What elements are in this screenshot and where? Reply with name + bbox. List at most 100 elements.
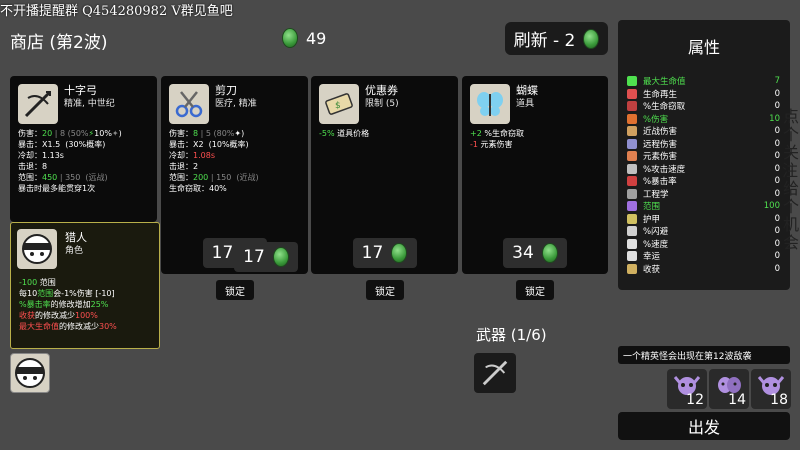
attribute-name: %闪避 [643,227,669,238]
character-card: 猎人 角色 -100 范围 每10范围会-1%伤害 [-10] %暴击率的修改增加2… [10,222,160,349]
price-value: 17 [211,243,234,263]
item-stats: +2 %生命窃取 -1 元素伤害 [470,128,524,150]
butterfly-icon [470,84,510,124]
attribute-name: %速度 [643,239,669,250]
svg-text:$: $ [335,101,341,111]
stat-line: 暴击：X1.5 (30%概率) [18,140,106,149]
attribute-row[interactable]: 幸运 0 [627,250,780,263]
item-tags: 限制 (5) [365,99,399,109]
crit-icon [627,176,637,187]
scissors-icon [169,84,209,124]
stat-line: 冷却：1.13s [18,151,64,160]
stat-line: +2 %生命窃取 [470,129,524,138]
attribute-name: 护甲 [643,214,661,225]
attribute-row[interactable]: 最大生命值 7 [627,75,780,88]
material-icon [282,28,298,48]
attribute-row[interactable]: 护甲 0 [627,213,780,226]
weapons-title: 武器 (1/6) [476,326,547,344]
stat-line: 最大生命值的修改减少30% [19,322,117,331]
range-icon [627,201,637,212]
lock-button[interactable]: 锁定 [366,280,404,300]
hunter-avatar-icon [17,229,57,269]
stat-line: 生命窃取：40% [169,184,227,193]
attribute-value: 0 [774,88,780,99]
attribute-row[interactable]: %速度 0 [627,238,780,251]
attribute-value: 0 [774,126,780,137]
material-icon [583,28,600,49]
price-tag-crossbow[interactable]: 17 [234,242,298,272]
start-wave-button[interactable]: 出发 [618,412,790,440]
attribute-name: 幸运 [643,252,661,263]
attribute-name: 近战伤害 [643,127,678,138]
danger-wave-18[interactable]: 18 [751,369,791,409]
attribute-value: 0 [774,213,780,224]
attribute-value: 0 [774,226,780,237]
attribute-row[interactable]: 工程学 0 [627,188,780,201]
ranged-icon [627,138,637,149]
attribute-value: 0 [774,163,780,174]
danger-wave-14[interactable]: 14 [709,369,749,409]
price-tag[interactable]: 34 [503,238,567,268]
attribute-value: 7 [774,76,780,87]
attribute-row[interactable]: %攻击速度 0 [627,163,780,176]
attribute-row[interactable]: 近战伤害 0 [627,125,780,138]
attribute-row[interactable]: %闪避 0 [627,225,780,238]
item-tags: 精准, 中世纪 [64,99,115,109]
attribute-value: 0 [774,188,780,199]
refresh-button[interactable]: 刷新 - 2 [505,22,608,55]
attribute-row[interactable]: %生命窃取 0 [627,100,780,113]
element-icon [627,151,637,162]
attribute-value: 100 [763,201,780,212]
stat-line: 冷却：1.08s [169,151,215,160]
attribute-row[interactable]: %暴击率 0 [627,175,780,188]
attribute-row[interactable]: 元素伤害 0 [627,150,780,163]
danger-wave-12[interactable]: 12 [667,369,707,409]
stat-line: -1 元素伤害 [470,140,513,149]
price-value: 17 [361,243,384,263]
stat-line: 暴击时最多能贯穿1次 [18,184,96,193]
attribute-row[interactable]: 范围 100 [627,200,780,213]
attributes-panel: 属性 最大生命值 7 生命再生 0 %生命窃取 0 %伤害 10 近战伤害 0 远程伤害 0 元素伤害 0… [618,20,790,290]
attribute-value: 0 [774,238,780,249]
shop-card-crossbow[interactable]: 十字弓 精准, 中世纪 伤害：20 | 8 (50%⚡10%✦) 暴击：X1.5 … [10,76,157,222]
shop-card-coupon[interactable]: $ 优惠券 限制 (5) -5% 道具价格 17 [311,76,458,274]
lifesteal-icon [627,101,637,112]
attribute-value: 10 [769,113,780,124]
attribute-row[interactable]: 生命再生 0 [627,88,780,101]
attribute-value: 0 [774,138,780,149]
lock-button[interactable]: 锁定 [516,280,554,300]
danger-wave-number: 12 [686,392,704,408]
character-type: 角色 [65,246,84,256]
danger-wave-number: 14 [728,392,746,408]
price-tag[interactable]: 17 [352,238,417,268]
price-value: 17 [243,247,265,267]
dodge-icon [627,226,637,237]
attribute-value: 0 [774,251,780,262]
attribute-name: 生命再生 [643,89,678,100]
lock-button[interactable]: 锁定 [216,280,254,300]
stat-line: 每10范围会-1%伤害 [-10] [19,289,115,298]
item-tags: 道具 [516,99,535,109]
stat-line: %暴击率的修改增加25% [19,300,109,309]
character-portrait[interactable] [10,353,50,393]
attribute-row[interactable]: %伤害 10 [627,113,780,126]
stat-line: 击退：2 [169,162,199,171]
crossbow-icon [482,360,508,386]
attribute-name: 工程学 [643,189,669,200]
item-stats: 伤害：8 | 5 (80%✦) 暴击：X2 (10%概率) 冷却：1.08s 击退：2… [169,128,259,194]
weapon-slot-crossbow[interactable] [474,353,516,393]
stream-overlay-text: 不开播提醒群 Q454280982 V群见鱼吧 [0,4,233,19]
shop-title: 商店 (第2波) [10,33,108,53]
attribute-name: 元素伤害 [643,152,678,163]
attribute-name: 最大生命值 [643,77,686,88]
attribute-name: 远程伤害 [643,139,678,150]
attribute-row[interactable]: 远程伤害 0 [627,138,780,151]
damage-icon [627,113,637,124]
attribute-name: %攻击速度 [643,164,686,175]
attribute-row[interactable]: 收获 0 [627,263,780,276]
attribute-name: 收获 [643,264,661,275]
stat-line: 暴击：X2 (10%概率) [169,140,249,149]
attribute-name: %伤害 [643,114,669,125]
regen-icon [627,88,637,99]
shop-card-butterfly[interactable]: 蝴蝶 道具 +2 %生命窃取 -1 元素伤害 34 [462,76,608,274]
